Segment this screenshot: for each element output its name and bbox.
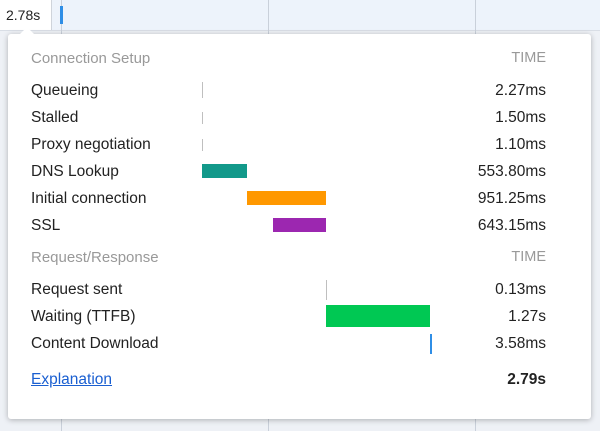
dns-lookup-bar — [202, 164, 247, 178]
request-sent-tick — [326, 280, 327, 300]
timing-row-queueing: Queueing 2.27ms — [8, 77, 591, 104]
timing-row-request-sent: Request sent 0.13ms — [8, 276, 591, 303]
timing-label: Proxy negotiation — [31, 136, 151, 153]
timing-value: 2.27ms — [495, 82, 546, 99]
timing-value: 1.50ms — [495, 109, 546, 126]
timing-row-dns-lookup: DNS Lookup 553.80ms — [8, 158, 591, 185]
timing-label: Stalled — [31, 109, 79, 126]
queueing-tick — [202, 82, 203, 98]
timing-value: 0.13ms — [495, 281, 546, 298]
request-response-header: Request/Response TIME — [8, 244, 591, 271]
explanation-link[interactable]: Explanation — [31, 366, 112, 393]
total-time: 2.79s — [507, 371, 546, 388]
popover-footer: Explanation 2.79s — [8, 366, 591, 393]
timing-popover: Connection Setup TIME Queueing 2.27ms St… — [8, 27, 591, 419]
time-header: TIME — [511, 50, 546, 66]
timing-label: Initial connection — [31, 190, 147, 207]
timing-row-content-download: Content Download 3.58ms — [8, 330, 591, 357]
proxy-tick — [202, 139, 203, 151]
time-header: TIME — [511, 249, 546, 265]
timing-value: 1.27s — [508, 308, 546, 325]
stalled-tick — [202, 112, 203, 124]
timing-value: 3.58ms — [495, 335, 546, 352]
timing-value: 553.80ms — [477, 163, 546, 180]
connection-setup-header: Connection Setup TIME — [8, 45, 591, 72]
initial-connection-bar — [247, 191, 326, 205]
timing-label: DNS Lookup — [31, 163, 119, 180]
timing-label: SSL — [31, 217, 61, 234]
section-title: Connection Setup — [31, 50, 151, 67]
timing-value: 643.15ms — [477, 217, 546, 234]
request-row-strip[interactable] — [0, 0, 600, 31]
timing-row-stalled: Stalled 1.50ms — [8, 104, 591, 131]
timing-row-proxy-negotiation: Proxy negotiation 1.10ms — [8, 131, 591, 158]
timing-row-waiting-ttfb: Waiting (TTFB) 1.27s — [8, 303, 591, 330]
timing-label: Queueing — [31, 82, 99, 99]
timing-value: 1.10ms — [495, 136, 546, 153]
timing-row-initial-connection: Initial connection 951.25ms — [8, 185, 591, 212]
timing-label: Waiting (TTFB) — [31, 308, 136, 325]
ssl-bar — [273, 218, 326, 232]
popover-arrow — [20, 27, 34, 34]
timing-row-ssl: SSL 643.15ms — [8, 212, 591, 239]
timing-label: Request sent — [31, 281, 123, 298]
waterfall-mini-bar[interactable] — [60, 6, 63, 24]
duration-label: 2.78s — [6, 7, 41, 23]
duration-cell[interactable]: 2.78s — [0, 0, 52, 30]
content-download-tick — [430, 334, 432, 354]
section-title: Request/Response — [31, 249, 159, 266]
timing-value: 951.25ms — [477, 190, 546, 207]
waiting-ttfb-bar — [326, 305, 430, 327]
timing-label: Content Download — [31, 335, 159, 352]
